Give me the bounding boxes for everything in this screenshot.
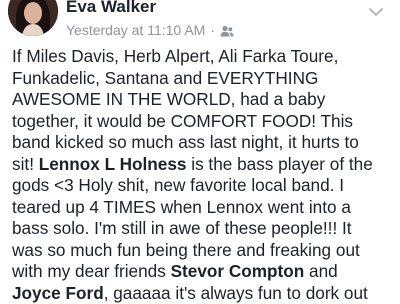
post-text-line: with my dear friends Stevor Compton and xyxy=(12,261,396,283)
post-text-line: AWESOME IN THE WORLD, had a baby xyxy=(12,89,396,111)
post-header: Eva Walker Yesterday at 11:10 AM · xyxy=(0,0,400,44)
avatar[interactable] xyxy=(8,0,58,36)
post-meta: Yesterday at 11:10 AM · xyxy=(66,22,234,38)
post-timestamp[interactable]: Yesterday at 11:10 AM xyxy=(66,22,205,38)
post-text-segment: sit! xyxy=(12,153,39,174)
post-text-segment: teared up 4 TIMES when Lennox went into … xyxy=(12,196,351,217)
post-text-segment: with my dear friends xyxy=(12,261,171,281)
post-text-line: was so much fun being there and freaking… xyxy=(12,240,396,262)
profile-photo xyxy=(8,0,58,36)
meta-separator: · xyxy=(210,22,215,38)
post-text-line: sit! Lennox L Holness is the bass player… xyxy=(12,154,396,176)
post-text-segment: , gaaaaa it's always fun to dork out xyxy=(103,282,368,303)
post-text-segment: Funkadelic, Santana and EVERYTHING xyxy=(12,67,319,88)
post-text-line: Joyce Ford, gaaaaa it's always fun to do… xyxy=(12,283,396,304)
post-text-line: together, it would be COMFORT FOOD! This xyxy=(12,111,396,133)
post-text-segment: gods <3 Holy shit, new favorite local ba… xyxy=(12,175,345,195)
tagged-friend-link[interactable]: Joyce Ford xyxy=(12,283,104,303)
post-text-segment: If Miles Davis, Herb Alpert, Ali Farka T… xyxy=(12,46,339,66)
post-text-segment: band kicked so much ass last night, it h… xyxy=(12,132,359,152)
post-text: If Miles Davis, Herb Alpert, Ali Farka T… xyxy=(12,46,396,304)
friends-icon[interactable] xyxy=(220,24,234,37)
post-text-line: bass solo. I'm still in awe of these peo… xyxy=(12,218,396,240)
post-text-line: If Miles Davis, Herb Alpert, Ali Farka T… xyxy=(12,46,396,68)
post-text-line: gods <3 Holy shit, new favorite local ba… xyxy=(12,175,396,197)
tagged-friend-link[interactable]: Lennox L Holness xyxy=(39,154,187,174)
post-text-segment: bass solo. I'm still in awe of these peo… xyxy=(12,218,352,238)
chevron-down-icon xyxy=(369,8,383,16)
post-text-segment: AWESOME IN THE WORLD, had a baby xyxy=(12,89,326,109)
tagged-friend-link[interactable]: Stevor Compton xyxy=(171,261,305,281)
post-text-segment: is the bass player of the xyxy=(186,153,373,174)
post-text-segment: was so much fun being there and freaking… xyxy=(12,239,360,260)
post-text-line: band kicked so much ass last night, it h… xyxy=(12,132,396,154)
post-text-segment: together, it would be COMFORT FOOD! This xyxy=(12,110,354,131)
post-text-line: teared up 4 TIMES when Lennox went into … xyxy=(12,197,396,219)
post-text-segment: and xyxy=(304,261,338,281)
post-options-button[interactable] xyxy=(366,4,386,20)
post-text-line: Funkadelic, Santana and EVERYTHING xyxy=(12,68,396,90)
author-name[interactable]: Eva Walker xyxy=(66,0,156,17)
